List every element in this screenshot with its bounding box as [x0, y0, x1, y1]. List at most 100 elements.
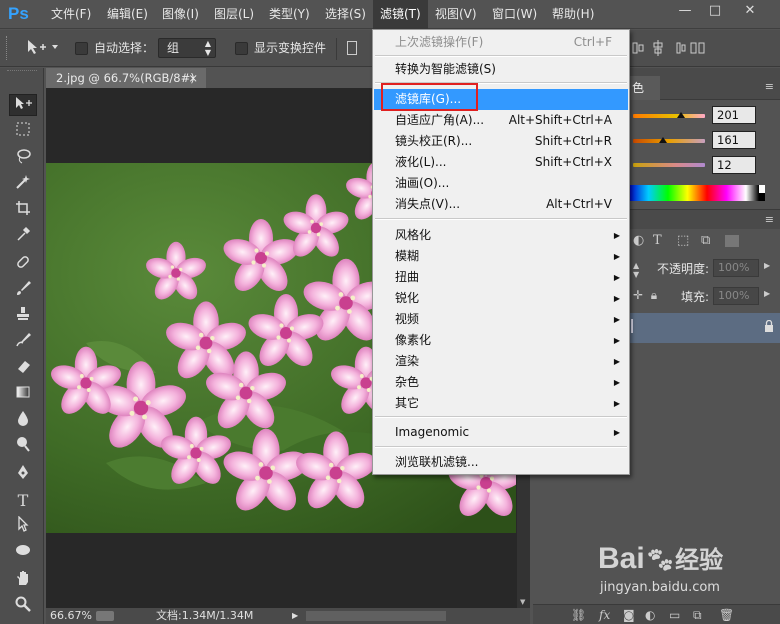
- blue-value[interactable]: 12: [712, 156, 756, 174]
- black-swatch[interactable]: [759, 193, 765, 201]
- menu-file[interactable]: 文件(F): [44, 0, 98, 29]
- gradient-tool-icon[interactable]: [9, 384, 37, 406]
- move-tool-icon[interactable]: [9, 94, 37, 116]
- menu-item-liquify[interactable]: 液化(L)... Shift+Ctrl+X: [374, 152, 628, 173]
- filter-toggle[interactable]: [725, 234, 739, 247]
- menu-item-pixelate[interactable]: 像素化 ▶: [374, 330, 628, 351]
- align-center-icon[interactable]: [651, 40, 665, 56]
- menu-item-oil-paint[interactable]: 油画(O)...: [374, 173, 628, 194]
- green-value[interactable]: 161: [712, 131, 756, 149]
- opacity-arrow-icon[interactable]: ▶: [764, 261, 770, 270]
- menu-item-browse-online-filters[interactable]: 浏览联机滤镜...: [374, 452, 628, 473]
- green-slider-thumb[interactable]: [659, 137, 667, 143]
- menu-item-other[interactable]: 其它 ▶: [374, 393, 628, 414]
- blend-mode-dropdown-arrow-icon[interactable]: ▲ ▼: [633, 261, 647, 279]
- menu-item-lens-correction[interactable]: 镜头校正(R)... Shift+Ctrl+R: [374, 131, 628, 152]
- clone-stamp-tool-icon[interactable]: [9, 306, 37, 328]
- menu-window[interactable]: 窗口(W): [485, 0, 544, 29]
- layer-filter-icons[interactable]: ◐ T ⬚ ⧉: [633, 233, 773, 249]
- menu-edit[interactable]: 编辑(E): [100, 0, 155, 29]
- crop-tool-icon[interactable]: [9, 200, 37, 222]
- white-swatch[interactable]: [759, 185, 765, 193]
- lock-all-icon[interactable]: 🔒︎: [651, 288, 657, 302]
- red-slider[interactable]: [633, 114, 705, 118]
- new-layer-icon[interactable]: ⧉: [693, 605, 702, 624]
- zoom-tool-icon[interactable]: [9, 596, 37, 618]
- path-selection-tool-icon[interactable]: [9, 515, 37, 538]
- show-transform-checkbox[interactable]: [235, 42, 248, 55]
- panel-menu-icon[interactable]: ≡: [765, 80, 774, 93]
- dodge-tool-icon[interactable]: [9, 436, 37, 458]
- red-slider-thumb[interactable]: [677, 112, 685, 118]
- align-top-icon[interactable]: [347, 41, 357, 55]
- marquee-tool-icon[interactable]: [9, 121, 37, 143]
- filter-smart-icon[interactable]: ⧉: [701, 233, 725, 248]
- menu-item-stylize[interactable]: 风格化 ▶: [374, 225, 628, 246]
- auto-select-checkbox[interactable]: [75, 42, 88, 55]
- align-right-icon[interactable]: [676, 40, 686, 56]
- status-menu-arrow-icon[interactable]: ▶: [292, 608, 298, 624]
- lasso-tool-icon[interactable]: [9, 148, 37, 170]
- menu-item-render[interactable]: 渲染 ▶: [374, 351, 628, 372]
- move-tool-preset-icon[interactable]: [24, 37, 60, 59]
- add-mask-icon[interactable]: ◙: [623, 605, 635, 624]
- fill-input[interactable]: 100%: [713, 287, 759, 305]
- menu-item-sharpen[interactable]: 锐化 ▶: [374, 288, 628, 309]
- horizontal-scrollbar[interactable]: [306, 611, 446, 621]
- link-layers-icon[interactable]: ⛓: [571, 605, 586, 624]
- menu-item-adaptive-wide-angle[interactable]: 自适应广角(A)... Alt+Shift+Ctrl+A: [374, 110, 628, 131]
- menu-item-convert-smart-filter[interactable]: 转换为智能滤镜(S): [374, 59, 628, 80]
- menu-filter[interactable]: 滤镜(T): [373, 0, 428, 29]
- color-spectrum[interactable]: [629, 185, 759, 201]
- eraser-tool-icon[interactable]: [9, 358, 37, 380]
- layer-effects-icon[interactable]: fx: [599, 605, 610, 624]
- menu-item-video[interactable]: 视频 ▶: [374, 309, 628, 330]
- shape-tool-icon[interactable]: [9, 542, 37, 564]
- pen-tool-icon[interactable]: [9, 464, 37, 486]
- brush-tool-icon[interactable]: [9, 280, 37, 302]
- menu-image[interactable]: 图像(I): [155, 0, 206, 29]
- hand-tool-icon[interactable]: [9, 570, 37, 592]
- menu-item-blur[interactable]: 模糊 ▶: [374, 246, 628, 267]
- menu-help[interactable]: 帮助(H): [545, 0, 601, 29]
- red-value[interactable]: 201: [712, 106, 756, 124]
- history-brush-tool-icon[interactable]: [9, 332, 37, 354]
- healing-brush-tool-icon[interactable]: [9, 254, 37, 276]
- fill-arrow-icon[interactable]: ▶: [764, 289, 770, 298]
- menu-item-vanishing-point[interactable]: 消失点(V)... Alt+Ctrl+V: [374, 194, 628, 215]
- delete-layer-icon[interactable]: 🗑︎: [719, 605, 734, 624]
- filter-type-icon[interactable]: T: [653, 233, 677, 248]
- document-tab[interactable]: 2.jpg @ 66.7%(RGB/8#) ×: [46, 68, 206, 88]
- filter-shape-icon[interactable]: ⬚: [677, 233, 701, 248]
- magic-wand-tool-icon[interactable]: [9, 174, 37, 196]
- scroll-down-icon[interactable]: ▼: [520, 598, 525, 606]
- color-panel-tab[interactable]: 色: [630, 76, 660, 100]
- maximize-button[interactable]: □: [700, 0, 730, 22]
- menu-type[interactable]: 类型(Y): [262, 0, 317, 29]
- blur-tool-icon[interactable]: [9, 410, 37, 432]
- layers-panel-menu-icon[interactable]: ≡: [765, 213, 774, 226]
- zoom-level[interactable]: 66.67%: [50, 608, 92, 624]
- minimize-button[interactable]: —: [670, 0, 700, 22]
- opacity-input[interactable]: 100%: [713, 259, 759, 277]
- auto-select-dropdown[interactable]: 组 ▲ ▼: [158, 38, 216, 58]
- type-tool-icon[interactable]: T: [9, 490, 37, 512]
- green-slider[interactable]: [633, 139, 705, 143]
- filter-pixel-icon[interactable]: ◐: [633, 233, 653, 248]
- align-left-icon[interactable]: [632, 40, 644, 56]
- menu-layer[interactable]: 图层(L): [207, 0, 261, 29]
- adjustment-layer-icon[interactable]: ◐: [645, 605, 655, 624]
- blue-slider[interactable]: [633, 163, 705, 167]
- menu-item-last-filter[interactable]: 上次滤镜操作(F) Ctrl+F: [374, 32, 628, 53]
- lock-position-icon[interactable]: ✛: [633, 288, 643, 302]
- close-tab-icon[interactable]: ×: [188, 68, 198, 88]
- eyedropper-tool-icon[interactable]: [9, 226, 37, 248]
- menu-item-distort[interactable]: 扭曲 ▶: [374, 267, 628, 288]
- distribute-icon[interactable]: [690, 40, 706, 56]
- menu-item-noise[interactable]: 杂色 ▶: [374, 372, 628, 393]
- menu-item-imagenomic[interactable]: Imagenomic ▶: [374, 422, 628, 443]
- menu-select[interactable]: 选择(S): [318, 0, 373, 29]
- close-button[interactable]: ✕: [735, 0, 765, 22]
- menu-view[interactable]: 视图(V): [428, 0, 484, 29]
- layer-row-background[interactable]: [629, 313, 780, 343]
